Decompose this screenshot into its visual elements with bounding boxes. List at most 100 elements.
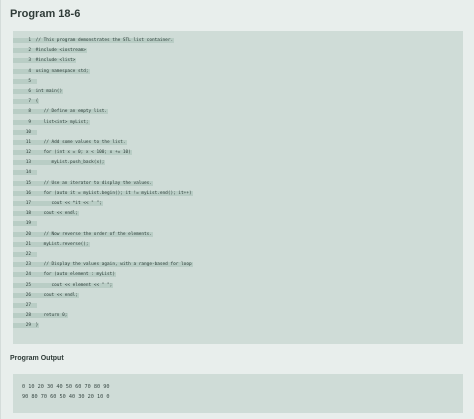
code-text: for (auto it = myList.begin(); it != myL…: [35, 190, 192, 196]
line-number: 9: [28, 119, 31, 125]
line-number: 2: [28, 48, 31, 54]
code-line-highlight: 19: [13, 221, 37, 227]
line-number: 16: [25, 190, 31, 196]
code-line-highlight: 9 list<int> myList;: [13, 119, 90, 125]
code-listing: 1 // This program demonstrates the STL l…: [13, 31, 463, 344]
code-line: 17 cout << *it << " ";: [13, 199, 463, 209]
code-line-highlight: 12 for (int x = 0; x < 100; x += 10): [13, 150, 132, 156]
code-text: myList.push_back(x);: [35, 160, 105, 166]
code-text: for (auto element : myList): [35, 272, 115, 278]
code-line-highlight: 5: [13, 78, 37, 84]
code-line-highlight: 7 {: [13, 99, 40, 105]
line-number: 27: [25, 302, 31, 308]
output-title: Program Output: [10, 355, 64, 362]
code-text: // Now reverse the order of the elements…: [35, 231, 152, 237]
line-number: 23: [25, 262, 31, 268]
code-line: 25 cout << element << " ";: [13, 281, 463, 291]
code-line-highlight: 17 cout << *it << " ";: [13, 201, 103, 206]
code-line-highlight: 11 // Add some values to the list.: [13, 139, 127, 145]
code-line: 15 // Use an iterator to display the val…: [13, 179, 463, 189]
code-text: // Define an empty list.: [35, 109, 108, 115]
code-line: 18 cout << endl;: [13, 209, 463, 219]
code-text: myList.reverse();: [35, 241, 89, 247]
line-number: 21: [25, 241, 31, 247]
program-title: Program 18-6: [10, 8, 81, 20]
output-line: 90 80 70 60 50 40 30 20 10 0: [22, 394, 110, 400]
code-line-highlight: 29 }: [13, 323, 40, 329]
code-line-highlight: 10: [13, 129, 37, 135]
line-number: 15: [25, 180, 31, 186]
code-line-highlight: 20 // Now reverse the order of the eleme…: [13, 231, 153, 237]
line-number: 3: [28, 58, 31, 64]
code-line: 6 int main(): [13, 87, 463, 97]
code-line: 4 using namespace std;: [13, 67, 463, 77]
code-line-highlight: 25 cout << element << " ";: [13, 282, 114, 288]
code-text: for (int x = 0; x < 100; x += 10): [35, 150, 131, 156]
code-line-highlight: 14: [13, 170, 37, 176]
code-text: #include <iostream>: [35, 48, 86, 54]
code-line: 22: [13, 250, 463, 260]
line-number: 4: [28, 68, 31, 74]
code-line: 27: [13, 301, 463, 311]
code-line-highlight: 16 for (auto it = myList.begin(); it != …: [13, 190, 193, 196]
code-line: 5: [13, 77, 463, 87]
code-line: 26 cout << endl;: [13, 291, 463, 301]
line-number: 24: [25, 272, 31, 278]
code-line-highlight: 2 #include <iostream>: [13, 48, 87, 54]
code-line-highlight: 4 using namespace std;: [13, 68, 90, 74]
code-text: }: [35, 323, 39, 329]
code-line: 23 // Display the values again, with a r…: [13, 260, 463, 270]
code-line: 21 myList.reverse();: [13, 240, 463, 250]
code-line-highlight: 21 myList.reverse();: [13, 241, 90, 247]
code-line: 19: [13, 219, 463, 229]
code-text: // Display the values again, with a rang…: [35, 262, 192, 268]
line-number: 29: [25, 323, 31, 329]
code-line-highlight: 15 // Use an iterator to display the val…: [13, 180, 153, 186]
line-number: 13: [25, 160, 31, 166]
code-line: 7 {: [13, 97, 463, 107]
code-line-highlight: 22: [13, 251, 37, 257]
code-line-highlight: 3 #include <list>: [13, 58, 77, 64]
program-page: Program 18-6 1 // This program demonstra…: [0, 0, 474, 419]
line-number: 11: [25, 139, 31, 145]
code-line-highlight: 26 cout << endl;: [13, 292, 79, 298]
code-text: #include <list>: [35, 58, 76, 64]
code-text: int main(): [35, 88, 63, 94]
code-line: 3 #include <list>: [13, 56, 463, 66]
line-number: 10: [25, 129, 31, 135]
code-line-highlight: 1 // This program demonstrates the STL l…: [13, 38, 175, 43]
code-line: 14: [13, 168, 463, 178]
code-line: 28 return 0;: [13, 311, 463, 321]
code-line-highlight: 6 int main(): [13, 88, 64, 94]
output-line: 0 10 20 30 40 50 60 70 80 90: [22, 384, 110, 390]
code-text: // Add some values to the list.: [35, 139, 126, 145]
code-line: 29 }: [13, 321, 463, 331]
line-number: 19: [25, 221, 31, 227]
code-text: cout << element << " ";: [35, 282, 113, 288]
code-line: 12 for (int x = 0; x < 100; x += 10): [13, 148, 463, 158]
code-line: 24 for (auto element : myList): [13, 270, 463, 280]
line-number: 18: [25, 211, 31, 217]
line-number: 7: [28, 99, 31, 105]
line-number: 22: [25, 251, 31, 257]
code-line: 20 // Now reverse the order of the eleme…: [13, 230, 463, 240]
code-line-highlight: 8 // Define an empty list.: [13, 109, 109, 115]
line-number: 26: [25, 292, 31, 298]
code-text: using namespace std;: [35, 68, 89, 74]
code-text: // Use an iterator to display the values…: [35, 180, 152, 186]
code-line-highlight: 28 return 0;: [13, 313, 69, 319]
code-line-highlight: 27: [13, 302, 37, 308]
line-number: 17: [25, 201, 31, 206]
code-line: 13 myList.push_back(x);: [13, 158, 463, 168]
code-line-highlight: 24 for (auto element : myList): [13, 272, 116, 278]
code-line-highlight: 13 myList.push_back(x);: [13, 160, 106, 166]
code-line-highlight: 18 cout << endl;: [13, 211, 79, 217]
code-line: 2 #include <iostream>: [13, 46, 463, 56]
code-line-highlight: 23 // Display the values again, with a r…: [13, 262, 193, 268]
code-text: cout << endl;: [35, 211, 78, 217]
program-output: 0 10 20 30 40 50 60 70 80 90 90 80 70 60 …: [13, 374, 463, 413]
line-number: 12: [25, 150, 31, 156]
code-line: 8 // Define an empty list.: [13, 107, 463, 117]
line-number: 5: [28, 78, 31, 84]
code-line: 11 // Add some values to the list.: [13, 138, 463, 148]
